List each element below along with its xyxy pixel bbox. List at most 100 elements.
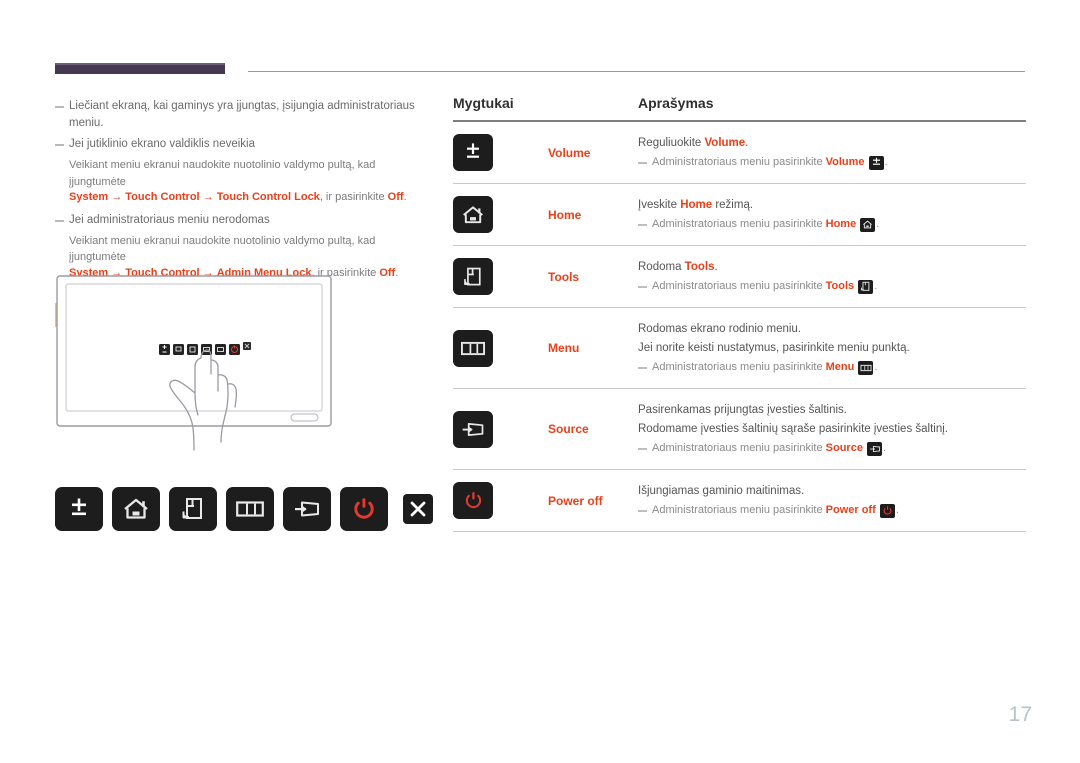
- menu-button-thumb[interactable]: [453, 329, 493, 367]
- volume-button-thumb[interactable]: [453, 134, 493, 171]
- desc-note-prefix: Administratoriaus meniu pasirinkite: [652, 361, 826, 373]
- desc-tail: režimą.: [712, 199, 754, 211]
- row-label: Source: [548, 422, 589, 436]
- close-icon: [410, 501, 426, 517]
- desc-note-tail: .: [874, 361, 878, 373]
- row-label: Volume: [548, 145, 591, 160]
- row-icon-cell: [453, 196, 548, 233]
- table-row: Home Įveskite Home režimą. Administrator…: [453, 184, 1026, 245]
- home-icon: [124, 498, 148, 519]
- volume-button[interactable]: [55, 487, 103, 531]
- row-divider: [453, 531, 1026, 532]
- power-off-button[interactable]: [340, 487, 388, 531]
- note-subline: Veikiant meniu ekranui naudokite nuotoli…: [69, 234, 376, 264]
- row-icon-cell: [453, 482, 548, 519]
- desc-line: Jei norite keisti nustatymus, pasirinkit…: [638, 342, 910, 354]
- column-header-description: Aprašymas: [638, 95, 714, 111]
- desc-note-tail: .: [895, 504, 899, 516]
- volume-icon: [72, 498, 86, 516]
- row-description: Įveskite Home režimą. Administratoriaus …: [638, 195, 1026, 234]
- desc-note: Administratoriaus meniu pasirinkite Powe…: [638, 501, 1026, 520]
- menu-path-option: Off: [379, 266, 396, 279]
- row-label: Menu: [548, 341, 580, 355]
- source-button[interactable]: [283, 487, 331, 531]
- row-label: Power off: [548, 493, 603, 508]
- desc-tail: .: [745, 137, 749, 149]
- desc-accent: Home: [680, 199, 713, 211]
- tools-button-thumb[interactable]: [453, 258, 493, 295]
- tools-icon: [464, 267, 481, 285]
- desc-note-accent: Power off: [825, 504, 876, 516]
- desc-note-prefix: Administratoriaus meniu pasirinkite: [652, 156, 826, 168]
- note-subline: Veikiant meniu ekranui naudokite nuotoli…: [69, 159, 376, 188]
- desc-note-prefix: Administratoriaus meniu pasirinkite: [652, 280, 826, 292]
- row-label: Tools: [548, 269, 580, 284]
- top-rule-thick: [55, 63, 225, 74]
- menu-icon: [460, 341, 486, 355]
- top-decorative-rule: [55, 63, 1025, 75]
- desc-line: Įveskite Home režimą.: [638, 196, 1026, 215]
- menu-path-option: Off: [387, 191, 404, 203]
- desc-note-tail: .: [884, 156, 888, 168]
- desc-note-prefix: Administratoriaus meniu pasirinkite: [652, 504, 826, 516]
- tools-icon: [182, 498, 202, 519]
- home-button[interactable]: [112, 487, 160, 531]
- power-icon: [354, 498, 374, 519]
- menu-mini-icon: [858, 361, 874, 375]
- note-text: Liečiant ekraną, kai gaminys yra įjungta…: [69, 100, 415, 129]
- table-row: Tools Rodoma Tools. Administratoriaus me…: [453, 246, 1026, 307]
- desc-note-tail: .: [874, 280, 878, 292]
- power-off-button-thumb[interactable]: [453, 482, 493, 519]
- desc-note: Administratoriaus meniu pasirinkite Sour…: [638, 439, 1026, 458]
- desc-note: Administratoriaus meniu pasirinkite Home…: [638, 215, 1026, 234]
- desc-note-prefix: Administratoriaus meniu pasirinkite: [652, 218, 826, 230]
- desc-text: Rodoma: [638, 261, 685, 273]
- desc-note-tail: .: [876, 218, 880, 230]
- desc-accent: Volume: [704, 137, 746, 149]
- button-strip: [55, 487, 433, 531]
- source-icon: [295, 501, 319, 517]
- power-mini-icon: [879, 503, 895, 518]
- desc-accent: Tools: [684, 261, 715, 273]
- row-label: Home: [548, 207, 582, 222]
- desc-note: Administratoriaus meniu pasirinkite Menu…: [638, 358, 1026, 377]
- source-button-thumb[interactable]: [453, 410, 493, 448]
- desc-line: Išjungiamas gaminio maitinimas.: [638, 485, 805, 497]
- close-button[interactable]: [403, 494, 433, 524]
- volume-mini-icon: [868, 155, 884, 170]
- note-text: Jei administratoriaus meniu nerodomas: [69, 213, 270, 226]
- table-row: Menu Rodomas ekrano rodinio meniu. Jei n…: [453, 308, 1026, 388]
- row-description: Pasirenkamas prijungtas įvesties šaltini…: [638, 400, 1026, 458]
- row-description: Reguliuokite Volume. Administratoriaus m…: [638, 133, 1026, 172]
- table-row: Volume Reguliuokite Volume. Administrato…: [453, 122, 1026, 183]
- desc-line: Pasirenkamas prijungtas įvesties šaltini…: [638, 404, 848, 416]
- menu-path-tail: , ir pasirinkite: [319, 191, 388, 203]
- menu-path-segment: System: [69, 191, 109, 203]
- source-icon: [462, 422, 484, 436]
- note-item: Jei administratoriaus meniu nerodomas: [55, 212, 435, 229]
- page-number: 17: [1008, 703, 1032, 726]
- tools-button[interactable]: [169, 487, 217, 531]
- desc-line: Rodoma Tools.: [638, 258, 1026, 277]
- desc-line: Rodomas ekrano rodinio meniu.: [638, 323, 802, 335]
- desc-tail: .: [714, 261, 718, 273]
- row-icon-cell: [453, 329, 548, 367]
- desc-note-accent: Menu: [825, 361, 855, 373]
- power-icon: [465, 492, 481, 509]
- desc-note-accent: Volume: [825, 156, 865, 168]
- row-icon-cell: [453, 258, 548, 295]
- arrow-glyph: →: [111, 191, 123, 203]
- desc-note-accent: Source: [825, 442, 863, 454]
- row-description: Rodomas ekrano rodinio meniu. Jei norite…: [638, 319, 1026, 377]
- note-item: Jei jutiklinio ekrano valdiklis neveikia: [55, 136, 435, 153]
- row-description: Išjungiamas gaminio maitinimas. Administ…: [638, 481, 1026, 520]
- desc-text: Įveskite: [638, 199, 681, 211]
- volume-icon: [467, 142, 479, 158]
- table-row: Source Pasirenkamas prijungtas įvesties …: [453, 389, 1026, 469]
- desc-line: Rodomame įvesties šaltinių sąraše pasiri…: [638, 423, 948, 435]
- home-button-thumb[interactable]: [453, 196, 493, 233]
- source-mini-icon: [867, 442, 882, 456]
- menu-button[interactable]: [226, 487, 274, 531]
- arrow-glyph: →: [202, 191, 214, 203]
- desc-note-accent: Home: [825, 218, 857, 230]
